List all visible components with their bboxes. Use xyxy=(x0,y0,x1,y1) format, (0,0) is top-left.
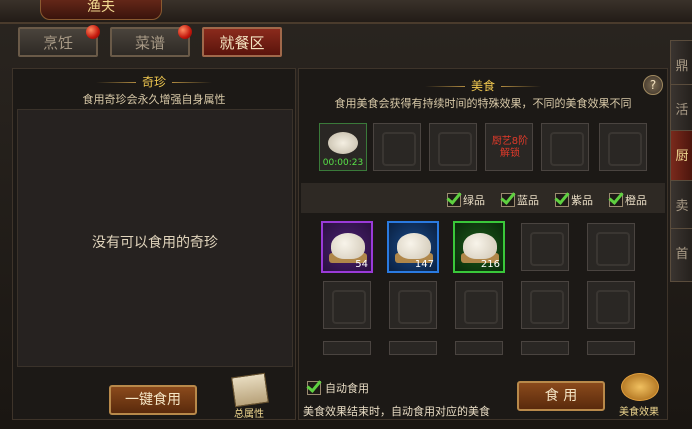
treasure-title: 奇珍 xyxy=(141,75,166,89)
empty-slot-pattern xyxy=(596,290,630,324)
notification-dot-icon xyxy=(178,25,192,39)
empty-slot-pattern xyxy=(608,132,642,166)
filter-orange-checkbox[interactable] xyxy=(609,193,623,207)
top-bar: 渔夫 xyxy=(0,0,692,24)
eat-button[interactable]: 食 用 xyxy=(517,381,605,411)
food-title-row: 美食 xyxy=(299,77,667,94)
food-item-green[interactable]: 216 xyxy=(453,221,505,273)
filter-green-label: 绿品 xyxy=(463,194,485,207)
auto-eat-hint: 美食效果结束时，自动食用对应的美食 xyxy=(303,405,490,418)
active-slot-timer: 00:00:23 xyxy=(322,158,364,168)
food-slot xyxy=(521,281,569,329)
empty-slot-pattern xyxy=(530,232,564,266)
treasure-empty-text: 没有可以食用的奇珍 xyxy=(92,235,218,251)
food-item-purple[interactable]: 54 xyxy=(321,221,373,273)
food-item-blue[interactable]: 147 xyxy=(387,221,439,273)
book-icon xyxy=(231,372,269,408)
dish-icon xyxy=(621,373,659,401)
effect-slot xyxy=(429,123,477,171)
food-slot xyxy=(521,341,569,355)
side-tab-5[interactable]: 首 xyxy=(670,228,692,282)
food-slot xyxy=(521,223,569,271)
food-title: 美食 xyxy=(470,79,495,93)
empty-slot-pattern xyxy=(530,290,564,324)
side-tab-3-active[interactable]: 厨 xyxy=(670,130,692,184)
treasure-title-row: 奇珍 xyxy=(13,73,295,90)
tab-dining-area-label: 就餐区 xyxy=(219,34,265,52)
side-tab-4[interactable]: 卖 xyxy=(670,180,692,234)
eat-all-button[interactable]: 一键食用 xyxy=(109,385,197,415)
empty-slot-pattern xyxy=(398,290,432,324)
empty-slot-pattern xyxy=(438,132,472,166)
food-count: 147 xyxy=(414,259,434,270)
ornament-left xyxy=(424,86,465,87)
steamed-bun-icon xyxy=(331,233,365,259)
food-slot xyxy=(587,223,635,271)
attribute-book-label: 总属性 xyxy=(234,409,264,420)
tab-cooking-label: 烹饪 xyxy=(42,34,73,52)
empty-slot-pattern xyxy=(464,290,498,324)
food-slot xyxy=(455,281,503,329)
food-slot xyxy=(323,281,371,329)
tab-dining-area[interactable]: 就餐区 xyxy=(202,27,282,57)
effect-slot xyxy=(599,123,647,171)
empty-slot-pattern xyxy=(596,232,630,266)
empty-slot-pattern xyxy=(550,132,584,166)
food-slot xyxy=(389,341,437,355)
ornament-right xyxy=(172,82,212,83)
food-effect-button[interactable]: 美食效果 xyxy=(613,371,665,419)
effect-slot xyxy=(541,123,589,171)
filter-orange-label: 橙品 xyxy=(625,194,647,207)
food-slot xyxy=(323,341,371,355)
help-button[interactable]: ? xyxy=(643,75,663,95)
empty-slot-pattern xyxy=(382,132,416,166)
filter-blue-label: 蓝品 xyxy=(517,194,539,207)
auto-eat-checkbox[interactable] xyxy=(307,381,321,395)
steamed-bun-icon xyxy=(463,233,497,259)
steamed-bun-icon xyxy=(397,233,431,259)
filter-blue-checkbox[interactable] xyxy=(501,193,515,207)
locked-slot: 厨艺8阶解锁 xyxy=(485,123,533,171)
effect-slot xyxy=(373,123,421,171)
treasure-list: 没有可以食用的奇珍 xyxy=(17,109,293,367)
window-title: 渔夫 xyxy=(40,0,162,20)
tab-recipes[interactable]: 菜谱 xyxy=(110,25,192,57)
empty-slot-pattern xyxy=(332,290,366,324)
ornament-left xyxy=(95,82,136,83)
food-subtitle: 食用美食会获得有持续时间的特殊效果，不同的美食效果不同 xyxy=(334,97,632,110)
food-slot xyxy=(587,281,635,329)
food-effect-label: 美食效果 xyxy=(619,407,659,418)
notification-dot-icon xyxy=(86,25,100,39)
food-slot xyxy=(389,281,437,329)
food-slot xyxy=(455,341,503,355)
tab-recipes-label: 菜谱 xyxy=(134,34,165,52)
food-count: 54 xyxy=(355,259,368,270)
food-slot xyxy=(587,341,635,355)
tab-cooking[interactable]: 烹饪 xyxy=(18,25,100,57)
food-count: 216 xyxy=(480,259,500,270)
ornament-right xyxy=(501,86,541,87)
locked-slot-text: 厨艺8阶解锁 xyxy=(491,136,529,159)
food-panel: 美食 ? 食用美食会获得有持续时间的特殊效果，不同的美食效果不同 00:00:2… xyxy=(298,68,668,420)
filter-purple-checkbox[interactable] xyxy=(555,193,569,207)
filter-purple-label: 紫品 xyxy=(571,194,593,207)
filter-green-checkbox[interactable] xyxy=(447,193,461,207)
quality-filter-bar: 绿品 蓝品 紫品 橙品 xyxy=(301,183,665,213)
attribute-book-button[interactable]: 总属性 xyxy=(227,372,271,420)
treasure-subtitle: 食用奇珍会永久增强自身属性 xyxy=(82,93,226,106)
treasure-panel: 奇珍 食用奇珍会永久增强自身属性 没有可以食用的奇珍 一键食用 总属性 xyxy=(12,68,296,420)
active-food-slot[interactable]: 00:00:23 xyxy=(319,123,367,171)
steamed-bun-icon xyxy=(328,132,358,154)
auto-eat-label: 自动食用 xyxy=(325,382,369,395)
